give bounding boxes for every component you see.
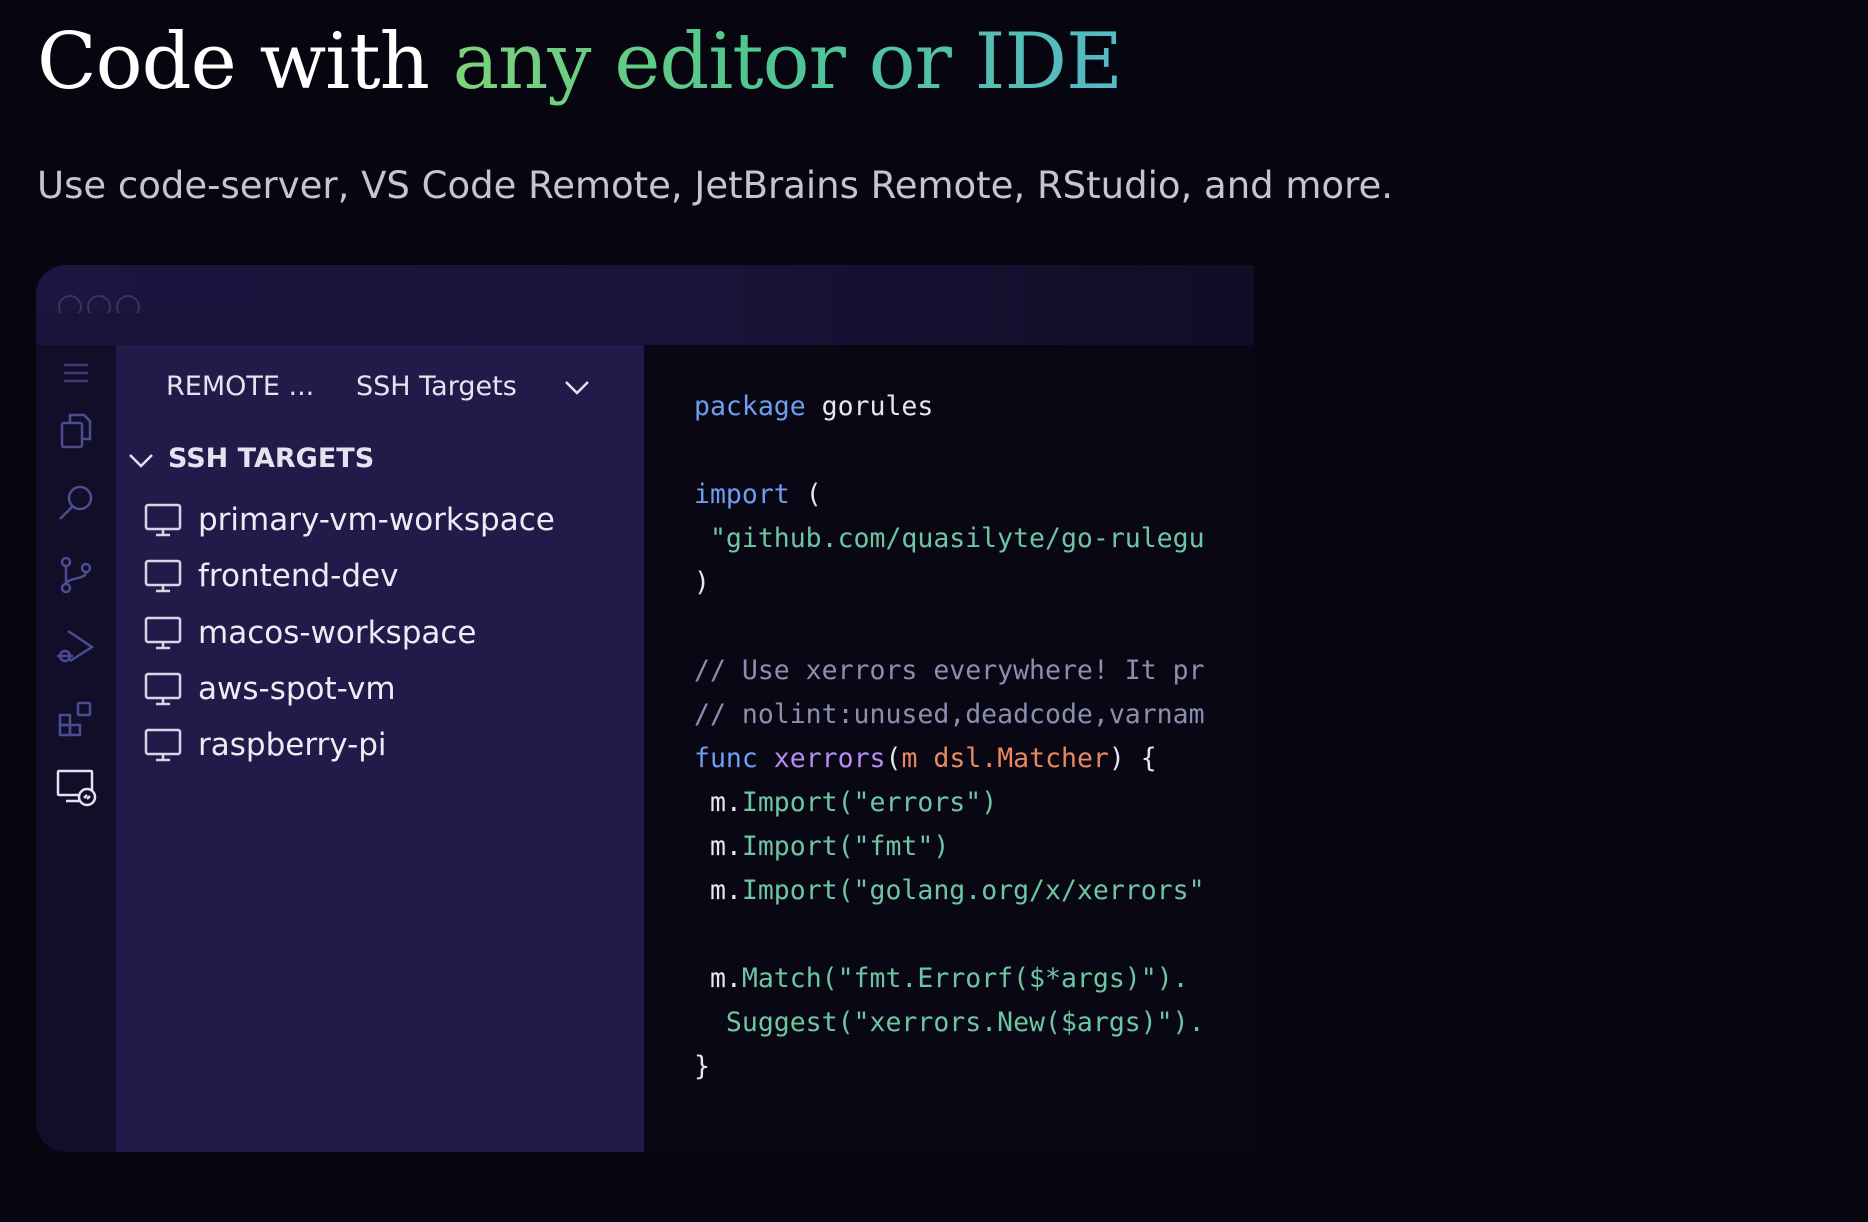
ssh-target-label: aws-spot-vm [198, 671, 396, 707]
code-keyword: package [694, 391, 806, 422]
menu-icon[interactable] [54, 351, 98, 395]
code-method: Suggest("xerrors.New($args)"). [694, 1007, 1205, 1038]
ssh-targets-section[interactable]: SSH TARGETS [126, 443, 374, 474]
title-bar [36, 265, 1254, 345]
ssh-target-item[interactable]: aws-spot-vm [144, 665, 396, 713]
code-method: Import("golang.org/x/xerrors" [741, 875, 1205, 906]
ssh-targets-select[interactable]: SSH Targets [356, 371, 517, 402]
code-function-name: xerrors [773, 743, 886, 774]
code-text: m. [694, 831, 742, 862]
ssh-target-item[interactable]: raspberry-pi [144, 721, 387, 769]
subtitle: Use code-server, VS Code Remote, JetBrai… [37, 164, 1393, 207]
code-text: m. [694, 875, 742, 906]
code-text: ( [789, 479, 822, 510]
ssh-target-label: primary-vm-workspace [198, 502, 555, 538]
code-keyword: func [694, 743, 758, 774]
activity-bar [36, 345, 116, 1152]
monitor-icon [144, 672, 182, 706]
code-method: Import("fmt") [741, 831, 950, 862]
monitor-icon [144, 559, 182, 593]
code-method: Match("fmt.Errorf($*args)"). [741, 963, 1189, 994]
source-control-icon[interactable] [54, 553, 98, 597]
code-text: ) [694, 567, 710, 598]
code-text: gorules [805, 391, 934, 422]
remote-explorer-icon[interactable] [54, 765, 98, 809]
code-comment: // nolint:unused,deadcode,varnam [694, 699, 1205, 730]
monitor-icon [144, 616, 182, 650]
editor-window: REMOTE ... SSH Targets SSH TARGETS prima… [36, 265, 1254, 1152]
extensions-icon[interactable] [54, 697, 98, 741]
code-comment: // Use xerrors everywhere! It pr [694, 655, 1205, 686]
headline: Code with any editor or IDE [37, 14, 1123, 110]
code-type: dsl.Matcher [933, 743, 1109, 774]
ssh-target-label: frontend-dev [198, 558, 399, 594]
code-content: package gorules import ( "github.com/qua… [694, 385, 1205, 1089]
section-title: SSH TARGETS [168, 443, 375, 474]
headline-highlight: any editor or IDE [452, 17, 1123, 107]
sidebar-header: REMOTE ... [166, 371, 315, 402]
search-icon[interactable] [54, 481, 98, 525]
tab-strip [36, 313, 460, 345]
ssh-target-label: macos-workspace [198, 615, 477, 651]
monitor-icon [144, 503, 182, 537]
ssh-target-item[interactable]: frontend-dev [144, 552, 398, 600]
ssh-target-label: raspberry-pi [198, 727, 387, 763]
code-keyword: import [694, 479, 790, 510]
code-text: m. [694, 787, 742, 818]
monitor-icon [144, 728, 182, 762]
code-text: ( [885, 743, 902, 774]
chevron-down-icon[interactable] [562, 375, 592, 399]
code-text: ) { [1108, 743, 1157, 774]
ssh-target-item[interactable]: primary-vm-workspace [144, 496, 555, 544]
chevron-down-icon [126, 448, 156, 472]
code-param: m [901, 743, 918, 774]
ssh-target-item[interactable]: macos-workspace [144, 609, 477, 657]
code-editor[interactable]: package gorules import ( "github.com/qua… [644, 345, 1254, 1152]
code-string: "github.com/quasilyte/go-rulegu [694, 523, 1205, 554]
headline-plain: Code with [37, 17, 453, 107]
code-text: m. [694, 963, 742, 994]
files-icon[interactable] [54, 409, 98, 453]
code-text: } [694, 1051, 710, 1082]
run-debug-icon[interactable] [54, 625, 98, 669]
remote-explorer-sidebar: REMOTE ... SSH Targets SSH TARGETS prima… [116, 345, 644, 1152]
code-method: Import("errors") [741, 787, 998, 818]
